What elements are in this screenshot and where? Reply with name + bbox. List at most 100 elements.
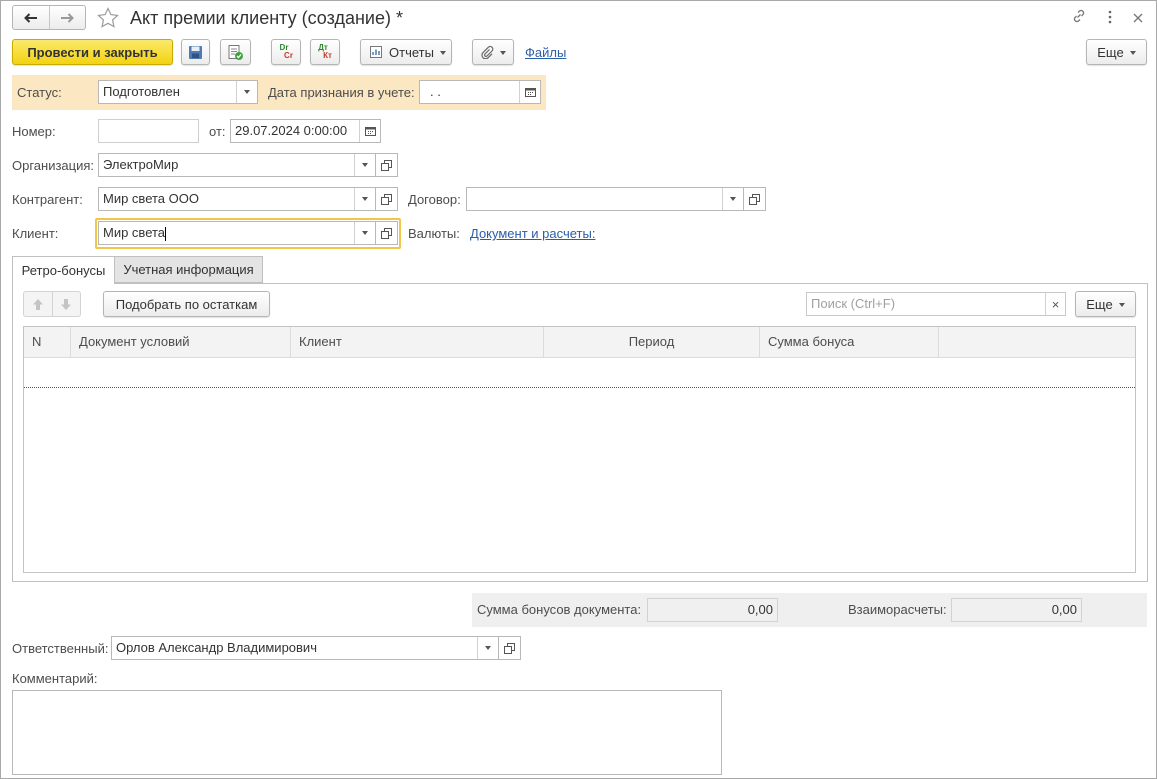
open-window-icon <box>749 193 760 205</box>
organization-open-button[interactable] <box>376 153 398 177</box>
contract-open-button[interactable] <box>744 187 766 211</box>
status-dropdown-icon[interactable] <box>236 81 257 103</box>
open-window-icon <box>381 227 392 239</box>
forward-button[interactable] <box>50 6 86 29</box>
save-button[interactable] <box>181 39 210 65</box>
organization-value: ЭлектроМир <box>103 157 179 172</box>
table-more-label: Еще <box>1086 297 1124 312</box>
recognition-date-field[interactable]: . . <box>419 80 541 104</box>
search-input[interactable]: Поиск (Ctrl+F) <box>806 292 1046 316</box>
comment-textarea[interactable] <box>12 690 722 775</box>
status-value: Подготовлен <box>103 84 180 99</box>
move-down-button[interactable] <box>53 292 81 316</box>
column-header-client[interactable]: Клиент <box>291 327 544 358</box>
doc-bonus-sum-label: Сумма бонусов документа: <box>477 602 642 617</box>
currencies-label: Валюты: <box>408 226 460 241</box>
doc-bonus-sum-value: 0,00 <box>747 602 773 617</box>
more-label: Еще <box>1097 45 1135 60</box>
arrow-up-icon <box>32 298 43 310</box>
open-window-icon <box>381 193 392 205</box>
client-select[interactable]: Мир света <box>98 221 376 245</box>
column-header-bonus-sum[interactable]: Сумма бонуса <box>760 327 939 358</box>
column-header-period[interactable]: Период <box>544 327 760 358</box>
arrow-right-icon <box>61 12 75 23</box>
attachments-button[interactable] <box>472 39 514 65</box>
more-menu-icon[interactable] <box>1106 9 1114 25</box>
text-cursor <box>165 226 167 241</box>
table-more-button[interactable]: Еще <box>1075 291 1136 317</box>
number-input[interactable] <box>98 119 199 143</box>
close-icon[interactable] <box>1133 11 1143 23</box>
organization-label: Организация: <box>12 158 95 173</box>
counterparty-open-button[interactable] <box>376 187 398 211</box>
more-button[interactable]: Еще <box>1086 39 1147 65</box>
contract-label: Договор: <box>408 192 461 207</box>
currencies-link[interactable]: Документ и расчеты: <box>470 226 595 241</box>
save-icon <box>189 45 202 59</box>
paperclip-icon <box>481 45 494 59</box>
status-label: Статус: <box>17 85 62 100</box>
date-value: 29.07.2024 0:00:00 <box>235 123 348 138</box>
favorite-star-icon[interactable] <box>96 6 120 30</box>
organization-select[interactable]: ЭлектроМир <box>98 153 376 177</box>
counterparty-select[interactable]: Мир света ООО <box>98 187 376 211</box>
responsible-label: Ответственный: <box>12 641 109 656</box>
responsible-value: Орлов Александр Владимирович <box>116 640 317 655</box>
doc-bonus-sum-field: 0,00 <box>647 598 778 622</box>
responsible-select[interactable]: Орлов Александр Владимирович <box>111 636 499 660</box>
files-link[interactable]: Файлы <box>525 45 566 60</box>
pick-by-balances-label: Подобрать по остаткам <box>115 296 258 312</box>
table-new-row-marker <box>24 387 1135 388</box>
dt-kt-button[interactable]: Дт Кт <box>310 39 340 65</box>
counterparty-label: Контрагент: <box>12 192 83 207</box>
back-button[interactable] <box>13 6 50 29</box>
contract-select[interactable] <box>466 187 744 211</box>
open-window-icon <box>504 642 515 654</box>
nav-back-forward <box>12 5 86 30</box>
post-and-close-button[interactable]: Провести и закрыть <box>12 39 173 65</box>
move-up-button[interactable] <box>24 292 53 316</box>
counterparty-value: Мир света ООО <box>103 191 199 206</box>
recognition-date-value: . . <box>430 84 441 99</box>
settlements-label: Взаиморасчеты: <box>848 602 947 617</box>
client-dropdown-icon[interactable] <box>354 222 375 244</box>
contract-dropdown-icon[interactable] <box>722 188 743 210</box>
table-header: N Документ условий Клиент Период Сумма б… <box>24 327 1135 358</box>
attachments-caret <box>494 45 506 60</box>
cr-label: Cr <box>284 51 293 60</box>
counterparty-dropdown-icon[interactable] <box>354 188 375 210</box>
report-icon <box>370 46 382 58</box>
clear-icon: × <box>1051 296 1060 312</box>
post-button[interactable] <box>220 39 251 65</box>
pick-by-balances-button[interactable]: Подобрать по остаткам <box>103 291 270 317</box>
tab-retro-bonuses[interactable]: Ретро-бонусы <box>12 256 115 284</box>
responsible-open-button[interactable] <box>499 636 521 660</box>
open-window-icon <box>381 159 392 171</box>
number-label: Номер: <box>12 124 56 139</box>
client-open-button[interactable] <box>376 221 398 245</box>
client-value: Мир света <box>103 225 166 240</box>
column-header-n[interactable]: N <box>24 327 71 358</box>
dr-cr-button[interactable]: Dr Cr <box>271 39 301 65</box>
organization-dropdown-icon[interactable] <box>354 154 375 176</box>
status-select[interactable]: Подготовлен <box>98 80 258 104</box>
search-placeholder: Поиск (Ctrl+F) <box>811 296 896 311</box>
responsible-dropdown-icon[interactable] <box>477 637 498 659</box>
arrow-down-icon <box>61 298 72 310</box>
clear-search-button[interactable]: × <box>1045 292 1066 316</box>
link-icon[interactable] <box>1071 8 1087 24</box>
tab-accounting-info[interactable]: Учетная информация <box>115 256 263 283</box>
post-document-icon <box>228 44 243 60</box>
date-input[interactable]: 29.07.2024 0:00:00 <box>230 119 381 143</box>
settlements-value: 0,00 <box>1051 602 1077 617</box>
tab-accounting-info-label: Учетная информация <box>123 262 254 277</box>
bonus-table[interactable]: N Документ условий Клиент Период Сумма б… <box>23 326 1136 573</box>
settlements-field: 0,00 <box>951 598 1082 622</box>
reports-button[interactable]: Отчеты <box>360 39 452 65</box>
window-title: Акт премии клиенту (создание) * <box>130 8 403 28</box>
column-header-condition-document[interactable]: Документ условий <box>71 327 291 358</box>
client-label: Клиент: <box>12 226 59 241</box>
arrow-left-icon <box>23 12 37 23</box>
calendar-icon[interactable] <box>359 120 380 142</box>
calendar-icon[interactable] <box>519 81 540 103</box>
